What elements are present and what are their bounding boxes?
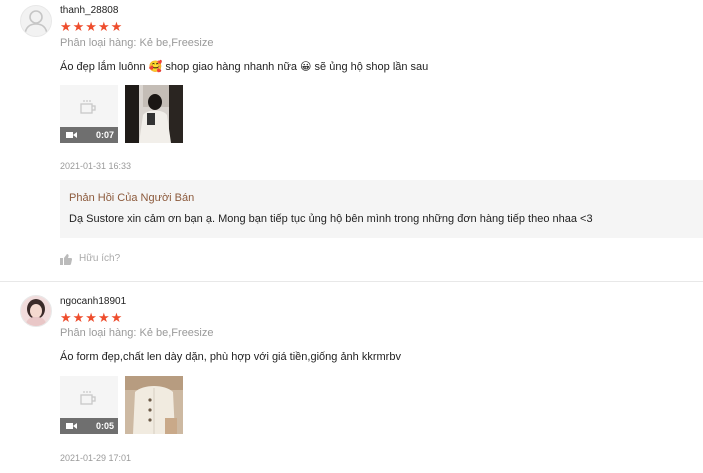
review-divider bbox=[0, 281, 703, 282]
video-camera-icon bbox=[66, 423, 77, 429]
video-duration: 0:07 bbox=[95, 130, 114, 140]
review-photo[interactable] bbox=[125, 85, 183, 143]
video-duration-bar: 0:05 bbox=[60, 418, 118, 434]
seller-reply: Phản Hồi Của Người Bán Dạ Sustore xin cả… bbox=[60, 180, 703, 238]
helpful-label: Hữu ích? bbox=[79, 253, 121, 264]
product-variation: Phân loại hàng: Kẻ be,Freesize bbox=[60, 37, 214, 49]
review-timestamp: 2021-01-31 16:33 bbox=[60, 161, 132, 171]
review-video-thumbnail[interactable]: 0:05 bbox=[60, 376, 118, 434]
review-photo-image bbox=[125, 85, 183, 143]
reviewer-username[interactable]: thanh_28808 bbox=[60, 5, 118, 16]
video-camera-icon bbox=[66, 132, 77, 138]
video-placeholder-icon bbox=[80, 391, 96, 405]
review-photo-image bbox=[125, 376, 183, 434]
review-content: Áo form đẹp,chất len dày dặn, phù hợp vớ… bbox=[60, 351, 401, 363]
video-duration: 0:05 bbox=[95, 421, 114, 431]
avatar[interactable] bbox=[20, 295, 52, 327]
video-placeholder-icon bbox=[80, 100, 96, 114]
review-timestamp: 2021-01-29 17:01 bbox=[60, 453, 132, 463]
video-duration-bar: 0:07 bbox=[60, 127, 118, 143]
product-variation: Phân loại hàng: Kẻ be,Freesize bbox=[60, 327, 214, 339]
review-video-thumbnail[interactable]: 0:07 bbox=[60, 85, 118, 143]
seller-reply-title: Phản Hồi Của Người Bán bbox=[69, 192, 195, 204]
reviewer-username[interactable]: ngocanh18901 bbox=[60, 296, 126, 307]
avatar[interactable] bbox=[20, 5, 52, 37]
seller-reply-text: Dạ Sustore xin cảm ơn bạn ạ. Mong bạn ti… bbox=[69, 213, 593, 225]
review-photo[interactable] bbox=[125, 376, 183, 434]
review-content: Áo đẹp lắm luônn 🥰 shop giao hàng nhanh … bbox=[60, 61, 429, 73]
rating-stars: ★★★★★ bbox=[60, 19, 124, 34]
user-photo-icon bbox=[21, 296, 51, 326]
rating-stars: ★★★★★ bbox=[60, 310, 124, 325]
thumbs-up-icon bbox=[60, 254, 72, 265]
default-user-icon bbox=[24, 10, 48, 35]
